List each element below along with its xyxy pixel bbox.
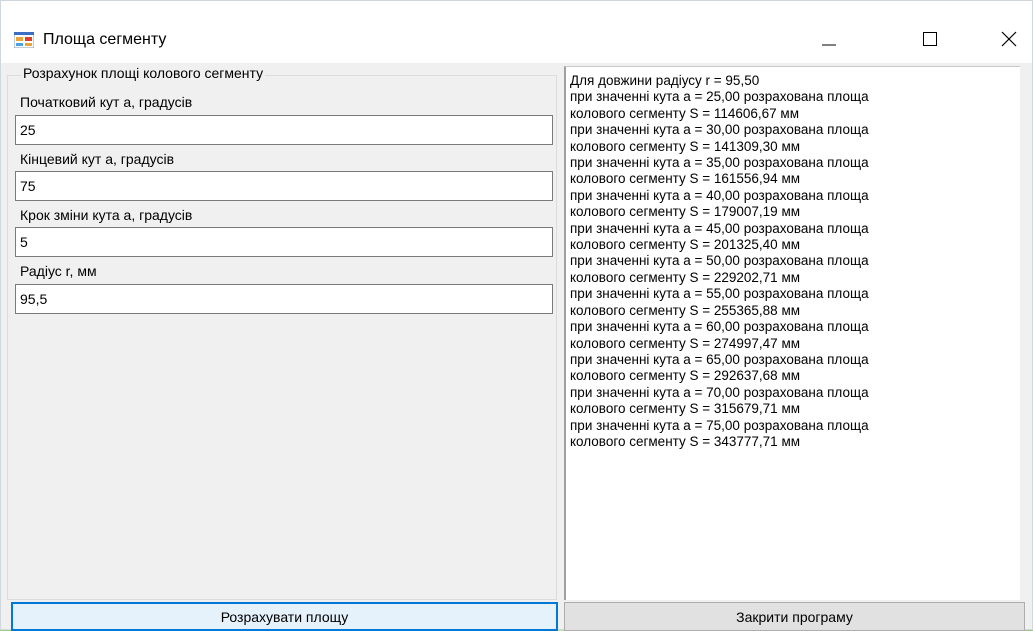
app-icon <box>14 32 34 48</box>
result-line: при значенні кута а = 30,00 розрахована … <box>570 122 869 138</box>
result-line: при значенні кута а = 25,00 розрахована … <box>570 89 869 105</box>
result-line: при значенні кута а = 45,00 розрахована … <box>570 220 869 236</box>
result-line: при значенні кута а = 50,00 розрахована … <box>570 253 869 269</box>
calculate-area-button[interactable]: Розрахувати площу <box>11 602 558 631</box>
result-line: при значенні кута а = 55,00 розрахована … <box>570 286 869 302</box>
end-angle-label: Кінцевий кут а, градусів <box>20 151 174 167</box>
result-line: колового сегменту S = 315679,71 мм <box>570 401 801 417</box>
radius-label: Радіус r, мм <box>20 263 97 279</box>
close-button[interactable] <box>986 19 1032 59</box>
result-line: при значенні кута а = 60,00 розрахована … <box>570 319 869 335</box>
title-bar[interactable]: Площа сегменту <box>1 1 1032 63</box>
step-angle-label: Крок зміни кута а, градусів <box>20 207 193 223</box>
result-line: колового сегменту S = 201325,40 мм <box>570 237 801 253</box>
result-line: колового сегменту S = 161556,94 мм <box>570 171 801 187</box>
step-angle-input[interactable] <box>15 227 553 257</box>
result-line: Для довжини радіусу r = 95,50 <box>570 73 760 88</box>
start-angle-label: Початковий кут а, градусів <box>20 94 193 110</box>
result-line: колового сегменту S = 179007,19 мм <box>570 204 801 220</box>
radius-input[interactable] <box>15 284 553 314</box>
result-line: при значенні кута а = 40,00 розрахована … <box>570 187 869 203</box>
result-line: колового сегменту S = 255365,88 мм <box>570 302 801 318</box>
minimize-icon <box>822 44 836 46</box>
minimize-button[interactable] <box>806 19 852 59</box>
close-program-button[interactable]: Закрити програму <box>564 602 1025 631</box>
window-title: Площа сегменту <box>43 31 167 48</box>
start-angle-input[interactable] <box>15 115 553 145</box>
result-line: колового сегменту S = 229202,71 мм <box>570 269 801 285</box>
maximize-button[interactable] <box>907 19 953 59</box>
results-textbox[interactable]: Для довжини радіусу r = 95,50 при значен… <box>564 66 1020 600</box>
result-line: при значенні кута а = 70,00 розрахована … <box>570 384 869 400</box>
result-line: при значенні кута а = 65,00 розрахована … <box>570 351 869 367</box>
result-line: колового сегменту S = 274997,47 мм <box>570 335 801 351</box>
groupbox-title: Розрахунок площі колового сегменту <box>21 65 266 81</box>
result-line: колового сегменту S = 343777,71 мм <box>570 433 801 449</box>
end-angle-input[interactable] <box>15 171 553 201</box>
maximize-icon <box>923 32 937 46</box>
close-icon <box>1001 31 1017 47</box>
result-line: при значенні кута а = 75,00 розрахована … <box>570 417 869 433</box>
result-line: колового сегменту S = 114606,67 мм <box>570 105 799 121</box>
result-line: колового сегменту S = 141309,30 мм <box>570 138 801 154</box>
result-line: при значенні кута а = 35,00 розрахована … <box>570 155 869 171</box>
app-window: Площа сегменту Розрахунок площі колового… <box>0 0 1033 631</box>
result-line: колового сегменту S = 292637,68 мм <box>570 368 801 384</box>
